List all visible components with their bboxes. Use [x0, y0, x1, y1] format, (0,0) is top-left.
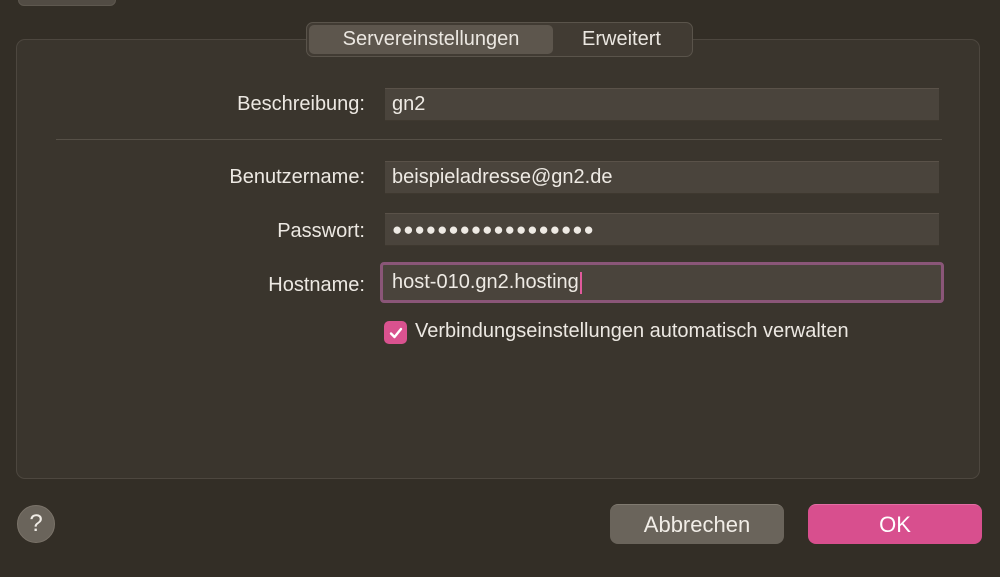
question-mark-icon: ? [29, 510, 43, 537]
auto-manage-checkbox[interactable] [384, 321, 407, 344]
username-label: Benutzername: [229, 166, 365, 188]
description-value: gn2 [392, 93, 426, 115]
separator [56, 139, 942, 140]
checkmark-icon [389, 327, 402, 338]
text-caret [579, 271, 582, 294]
hostname-value: host-010.gn2.hosting [392, 271, 579, 293]
tab-bar: Servereinstellungen Erweitert [306, 22, 693, 57]
ok-button[interactable]: OK [808, 504, 982, 544]
tab-server-settings[interactable]: Servereinstellungen [309, 25, 553, 54]
tab-advanced[interactable]: Erweitert [553, 25, 690, 54]
username-field[interactable]: beispieladresse@gn2.de [385, 161, 939, 194]
hostname-label: Hostname: [268, 274, 365, 296]
description-field[interactable]: gn2 [385, 88, 939, 121]
description-label: Beschreibung: [237, 93, 365, 115]
top-button-stub[interactable] [18, 0, 116, 6]
cancel-button[interactable]: Abbrechen [610, 504, 784, 544]
password-label: Passwort: [277, 220, 365, 242]
password-value: ●●●●●●●●●●●●●●●●●● [392, 219, 595, 239]
username-value: beispieladresse@gn2.de [392, 166, 613, 188]
hostname-field[interactable]: host-010.gn2.hosting [380, 262, 944, 303]
help-button[interactable]: ? [17, 505, 55, 543]
auto-manage-label[interactable]: Verbindungseinstellungen automatisch ver… [415, 320, 849, 343]
password-field[interactable]: ●●●●●●●●●●●●●●●●●● [385, 213, 939, 246]
